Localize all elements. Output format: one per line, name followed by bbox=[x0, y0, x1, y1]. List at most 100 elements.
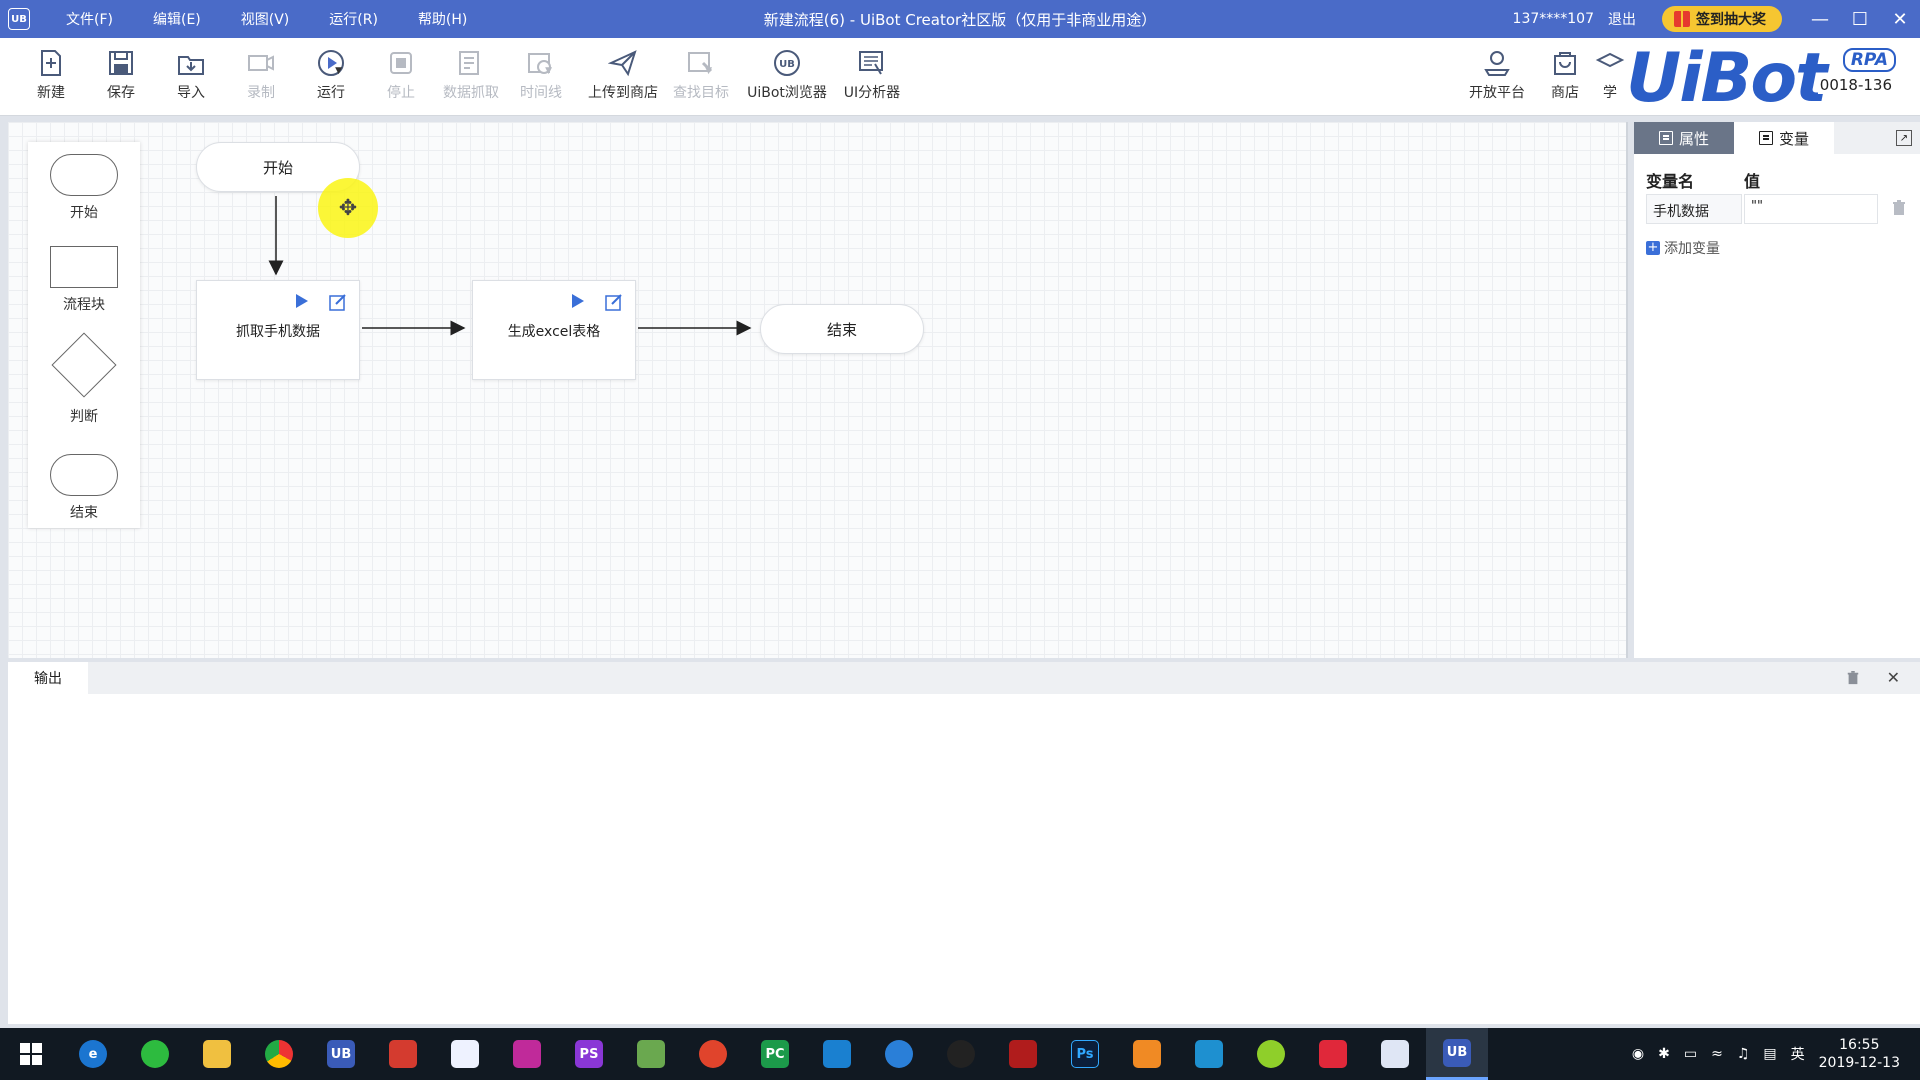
wifi-icon[interactable]: ≈ bbox=[1711, 1046, 1723, 1062]
taskbar-app[interactable] bbox=[806, 1028, 868, 1080]
open-platform-button[interactable]: 开放平台 bbox=[1462, 48, 1532, 102]
taskbar-phpstorm[interactable]: PS bbox=[558, 1028, 620, 1080]
taskbar-app[interactable] bbox=[372, 1028, 434, 1080]
variables-icon bbox=[1758, 131, 1773, 145]
flow-block-excel[interactable]: 生成excel表格 bbox=[472, 280, 636, 380]
edge-icon: e bbox=[79, 1040, 107, 1068]
clock[interactable]: 16:55 2019-12-13 bbox=[1819, 1036, 1900, 1072]
version-text: 0018-136 bbox=[1817, 76, 1894, 94]
variable-value-field[interactable]: "" bbox=[1744, 194, 1878, 224]
add-variable-button[interactable]: + 添加变量 bbox=[1646, 238, 1720, 258]
taskbar-app[interactable] bbox=[434, 1028, 496, 1080]
uibot-browser-icon: UB bbox=[772, 48, 802, 78]
bluetooth-icon[interactable]: ✱ bbox=[1658, 1046, 1670, 1062]
save-button[interactable]: 保存 bbox=[86, 48, 156, 102]
new-label: 新建 bbox=[37, 85, 65, 101]
properties-icon bbox=[1658, 131, 1673, 145]
taskbar-app[interactable] bbox=[1364, 1028, 1426, 1080]
battery-icon[interactable]: ▭ bbox=[1684, 1046, 1697, 1062]
taskbar-app[interactable] bbox=[682, 1028, 744, 1080]
flow-block-scrape[interactable]: 抓取手机数据 bbox=[196, 280, 360, 380]
tab-properties-label: 属性 bbox=[1678, 129, 1709, 148]
taskbar-pycharm[interactable]: PC bbox=[744, 1028, 806, 1080]
output-header: 输出 ✕ bbox=[8, 662, 1920, 694]
brand-rpa-badge: RPA bbox=[1842, 48, 1896, 72]
menu-edit[interactable]: 编辑(E) bbox=[153, 9, 201, 29]
ime-indicator[interactable]: 英 bbox=[1791, 1044, 1805, 1064]
taskbar-photoshop[interactable]: Ps bbox=[1054, 1028, 1116, 1080]
edit-icon[interactable] bbox=[605, 293, 623, 311]
menu-file[interactable]: 文件(F) bbox=[66, 9, 113, 29]
tab-output[interactable]: 输出 bbox=[8, 662, 88, 694]
maximize-button[interactable]: ☐ bbox=[1840, 0, 1880, 38]
record-button[interactable]: 录制 bbox=[226, 48, 296, 102]
taskbar-app[interactable] bbox=[1116, 1028, 1178, 1080]
mouse-cursor-highlight: ✥ bbox=[318, 178, 378, 238]
app-icon bbox=[513, 1040, 541, 1068]
play-icon[interactable] bbox=[571, 293, 585, 309]
volume-icon[interactable]: ♫ bbox=[1737, 1046, 1750, 1062]
user-account[interactable]: 137****107 bbox=[1513, 11, 1594, 27]
network-app-icon[interactable]: ◉ bbox=[1632, 1046, 1644, 1062]
uibot-browser-button[interactable]: UB UiBot浏览器 bbox=[742, 48, 832, 102]
close-icon[interactable]: ✕ bbox=[1887, 668, 1900, 687]
data-scrape-icon bbox=[456, 48, 486, 78]
taskbar-app[interactable] bbox=[1240, 1028, 1302, 1080]
flow-canvas[interactable]: 开始 流程块 判断 结束 开始 抓取手机数据 生成excel表格 结束 ✥ bbox=[8, 122, 1628, 658]
output-log-area[interactable] bbox=[8, 694, 1920, 1024]
menu-help[interactable]: 帮助(H) bbox=[418, 9, 467, 29]
popout-icon[interactable]: ↗ bbox=[1896, 130, 1912, 146]
tab-variables[interactable]: 变量 bbox=[1734, 122, 1834, 154]
logout-link[interactable]: 退出 bbox=[1608, 9, 1636, 29]
new-file-icon bbox=[36, 48, 66, 78]
taskbar-explorer[interactable] bbox=[186, 1028, 248, 1080]
open-platform-label: 开放平台 bbox=[1469, 85, 1525, 101]
variable-table-header: 变量名 值 bbox=[1646, 168, 1916, 192]
trash-icon[interactable] bbox=[1892, 200, 1906, 216]
flow-end-node[interactable]: 结束 bbox=[760, 304, 924, 354]
minimize-button[interactable]: — bbox=[1800, 0, 1840, 38]
run-button[interactable]: ▼ 运行 bbox=[296, 48, 366, 102]
import-button[interactable]: 导入 bbox=[156, 48, 226, 102]
clock-date: 2019-12-13 bbox=[1818, 1055, 1900, 1071]
flow-end-label: 结束 bbox=[826, 320, 857, 339]
taskbar-app[interactable] bbox=[868, 1028, 930, 1080]
timeline-button[interactable]: ▼ 时间线 bbox=[506, 48, 576, 102]
menu-run[interactable]: 运行(R) bbox=[329, 9, 378, 29]
taskbar-acrobat[interactable] bbox=[992, 1028, 1054, 1080]
upload-store-button[interactable]: 上传到商店 bbox=[586, 48, 660, 102]
learn-label: 学 bbox=[1603, 85, 1617, 101]
taskbar-app[interactable] bbox=[620, 1028, 682, 1080]
acrobat-icon bbox=[1009, 1040, 1037, 1068]
new-button[interactable]: 新建 bbox=[16, 48, 86, 102]
close-button[interactable]: ✕ bbox=[1880, 0, 1920, 38]
taskbar-edge[interactable]: e bbox=[62, 1028, 124, 1080]
variable-name-field[interactable]: 手机数据 bbox=[1646, 194, 1742, 224]
trash-icon[interactable] bbox=[1846, 671, 1860, 685]
taskbar-uibot-creator[interactable]: UB bbox=[1426, 1028, 1488, 1080]
data-scrape-button[interactable]: 数据抓取 bbox=[436, 48, 506, 102]
taskbar-uibot[interactable]: UB bbox=[310, 1028, 372, 1080]
taskbar-qq[interactable] bbox=[930, 1028, 992, 1080]
play-icon[interactable] bbox=[295, 293, 309, 309]
lottery-button[interactable]: 签到抽大奖 bbox=[1662, 6, 1782, 32]
panel-tabs: 属性 变量 ↗ bbox=[1634, 122, 1920, 154]
flow-start-label: 开始 bbox=[262, 158, 293, 177]
menu-view[interactable]: 视图(V) bbox=[241, 9, 290, 29]
learn-button[interactable]: 学 bbox=[1590, 48, 1630, 102]
windows-start-button[interactable] bbox=[0, 1028, 62, 1080]
taskbar-app[interactable] bbox=[1302, 1028, 1364, 1080]
notification-icon[interactable]: ▤ bbox=[1763, 1046, 1776, 1062]
taskbar-wechat[interactable] bbox=[124, 1028, 186, 1080]
chevron-down-icon: ▼ bbox=[705, 66, 712, 76]
ui-analyzer-button[interactable]: UI分析器 bbox=[836, 48, 908, 102]
tab-properties[interactable]: 属性 bbox=[1634, 122, 1734, 154]
app-icon bbox=[885, 1040, 913, 1068]
taskbar-chrome[interactable] bbox=[248, 1028, 310, 1080]
stop-button[interactable]: 停止 bbox=[366, 48, 436, 102]
taskbar-app[interactable] bbox=[1178, 1028, 1240, 1080]
app-logo: UB bbox=[8, 8, 30, 30]
taskbar-app[interactable] bbox=[496, 1028, 558, 1080]
find-target-button[interactable]: ▼ 查找目标 bbox=[666, 48, 736, 102]
edit-icon[interactable] bbox=[329, 293, 347, 311]
